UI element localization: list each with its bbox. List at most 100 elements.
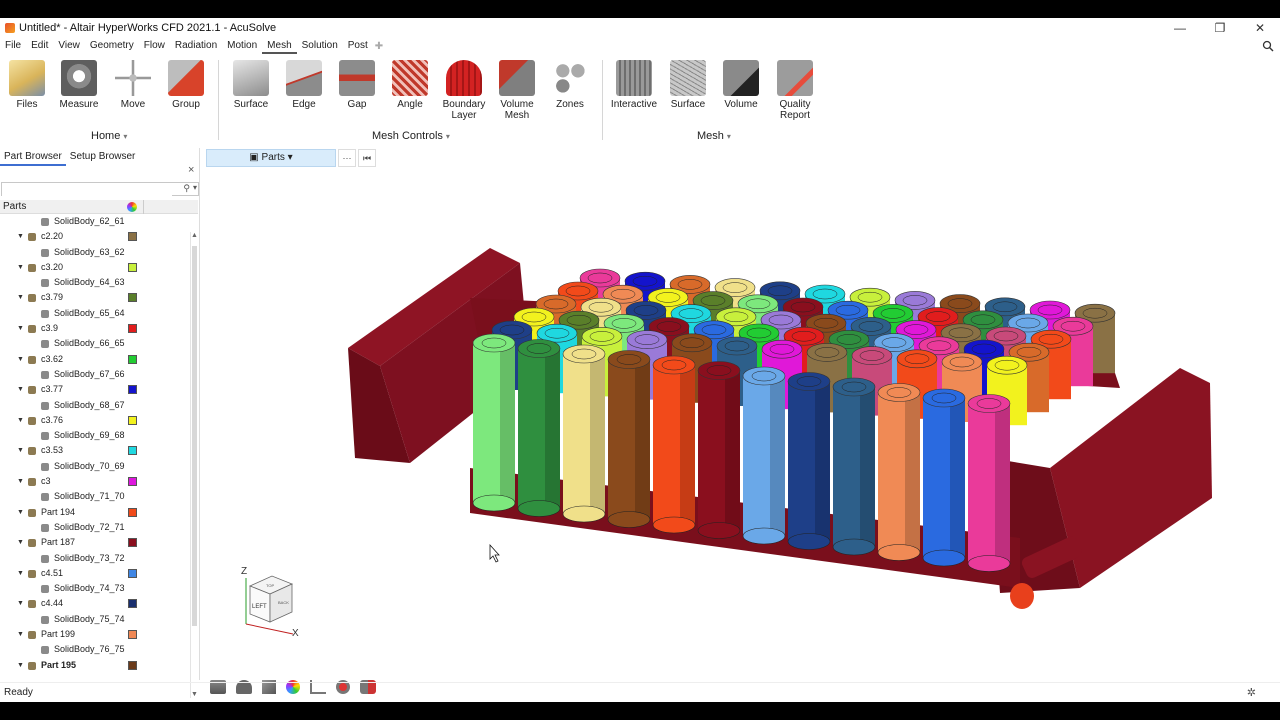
tree-row-part[interactable]: ▼ Part 194 [0,505,190,520]
scroll-up-icon[interactable]: ▲ [191,232,198,239]
interactive-tool[interactable]: Interactive [607,56,661,110]
close-icon[interactable]: × [188,164,194,176]
color-swatch[interactable] [128,385,137,395]
tree-row-part[interactable]: ▼ c4.44 [0,596,190,611]
tree-row-part[interactable]: ▼ c3.53 [0,443,190,458]
color-swatch[interactable] [128,477,137,487]
volume-mesh-tool[interactable]: Volume Mesh [490,56,544,121]
color-swatch[interactable] [128,660,137,670]
angle-tool[interactable]: Angle [383,56,437,110]
tree-row-part[interactable]: ▼ c3.77 [0,382,190,397]
expand-arrow-icon[interactable]: ▼ [17,413,24,428]
tree-row-body[interactable]: SolidBody_67_66 [0,367,190,382]
tree-row-body[interactable]: SolidBody_68_67 [0,398,190,413]
column-header-parts[interactable]: Parts [3,201,26,212]
boundary-layer-tool[interactable]: Boundary Layer [437,56,491,121]
color-swatch[interactable] [128,354,137,364]
tree-row-body[interactable]: SolidBody_73_72 [0,551,190,566]
expand-arrow-icon[interactable]: ▼ [17,382,24,397]
tree-row-part[interactable]: ▼ c3 [0,474,190,489]
tree-row-part[interactable]: ▼ c3.79 [0,290,190,305]
surface-mesh-tool[interactable]: Surface [661,56,715,110]
move-tool[interactable]: Move [106,56,160,110]
files-tool[interactable]: Files [0,56,54,110]
surface-tool[interactable]: Surface [224,56,278,110]
tree-row-body[interactable]: SolidBody_62_61 [0,214,190,229]
color-swatch[interactable] [128,232,137,242]
color-swatch[interactable] [128,293,137,303]
color-swatch[interactable] [128,568,137,578]
color-swatch[interactable] [128,324,137,334]
tree-row-part[interactable]: ▼ c3.20 [0,260,190,275]
tree-row-part[interactable]: ▼ c3.9 [0,321,190,336]
color-swatch[interactable] [128,446,137,456]
menu-mesh[interactable]: Mesh [262,38,297,54]
menu-edit[interactable]: Edit [26,38,53,54]
close-button[interactable]: ✕ [1240,18,1280,38]
tree-row-part[interactable]: ▼ Part 195 [0,658,190,673]
settings-icon[interactable]: ✲ [1247,683,1256,703]
tree-row-body[interactable]: SolidBody_75_74 [0,612,190,627]
parts-filter-button[interactable]: ▣ Parts ▾ [206,149,336,167]
group-home[interactable]: Home ▾ [91,130,127,142]
tab-part-browser[interactable]: Part Browser [0,148,66,166]
menu-motion[interactable]: Motion [222,38,262,54]
expand-arrow-icon[interactable]: ▼ [17,627,24,642]
expand-arrow-icon[interactable]: ▼ [17,658,24,673]
menu-geometry[interactable]: Geometry [85,38,139,54]
tree-row-part[interactable]: ▼ c3.76 [0,413,190,428]
color-swatch[interactable] [128,507,137,517]
expand-arrow-icon[interactable]: ▼ [17,505,24,520]
tree-row-body[interactable]: SolidBody_72_71 [0,520,190,535]
tree-row-body[interactable]: SolidBody_65_64 [0,306,190,321]
gap-tool[interactable]: Gap [330,56,384,110]
color-swatch[interactable] [128,630,137,640]
tree-scrollbar[interactable]: ▲ ▼ [190,232,198,698]
tree-row-part[interactable]: ▼ c2.20 [0,229,190,244]
battery-pack-model[interactable] [200,168,1280,678]
tree-row-body[interactable]: SolidBody_71_70 [0,489,190,504]
tree-row-body[interactable]: SolidBody_66_65 [0,336,190,351]
expand-arrow-icon[interactable]: ▼ [17,443,24,458]
group-mesh[interactable]: Mesh ▾ [697,130,731,142]
color-swatch[interactable] [128,415,137,425]
view-cube[interactable]: Z X LEFT TOP BACK [238,564,308,644]
tree-row-part[interactable]: ▼ c3.62 [0,352,190,367]
add-ribbon-icon[interactable]: ✚ [373,41,383,52]
search-input[interactable] [2,183,172,196]
expand-arrow-icon[interactable]: ▼ [17,321,24,336]
search-icon[interactable]: ⚲ [183,183,190,194]
tree-row-part[interactable]: ▼ Part 187 [0,535,190,550]
expand-arrow-icon[interactable]: ▼ [17,229,24,244]
tree-row-body[interactable]: SolidBody_69_68 [0,428,190,443]
chevron-down-icon[interactable]: ▾ [193,183,197,192]
quality-report-tool[interactable]: Quality Report [768,56,822,121]
tab-setup-browser[interactable]: Setup Browser [66,148,140,166]
restore-button[interactable]: ❐ [1200,18,1240,38]
scroll-thumb[interactable] [192,246,197,626]
expand-arrow-icon[interactable]: ▼ [17,352,24,367]
group-mesh-controls[interactable]: Mesh Controls ▾ [372,130,450,142]
tree-row-body[interactable]: SolidBody_76_75 [0,642,190,657]
more-options-button[interactable]: ··· [338,149,356,167]
search-icon[interactable] [1262,40,1274,52]
expand-arrow-icon[interactable]: ▼ [17,566,24,581]
collapse-button[interactable]: ⏮ [358,149,376,167]
menu-solution[interactable]: Solution [297,38,343,54]
color-wheel-icon[interactable] [127,202,137,212]
graphics-viewport[interactable]: Z X LEFT TOP BACK [200,168,1280,694]
expand-arrow-icon[interactable]: ▼ [17,535,24,550]
menu-post[interactable]: Post [343,38,373,54]
expand-arrow-icon[interactable]: ▼ [17,260,24,275]
zones-tool[interactable]: Zones [543,56,597,110]
tree-row-body[interactable]: SolidBody_74_73 [0,581,190,596]
minimize-button[interactable]: — [1160,18,1200,38]
expand-arrow-icon[interactable]: ▼ [17,474,24,489]
tree-row-part[interactable]: ▼ Part 199 [0,627,190,642]
menu-radiation[interactable]: Radiation [170,38,222,54]
expand-arrow-icon[interactable]: ▼ [17,596,24,611]
edge-tool[interactable]: Edge [277,56,331,110]
tree-row-body[interactable]: SolidBody_64_63 [0,275,190,290]
tree-row-body[interactable]: SolidBody_70_69 [0,459,190,474]
menu-flow[interactable]: Flow [139,38,170,54]
